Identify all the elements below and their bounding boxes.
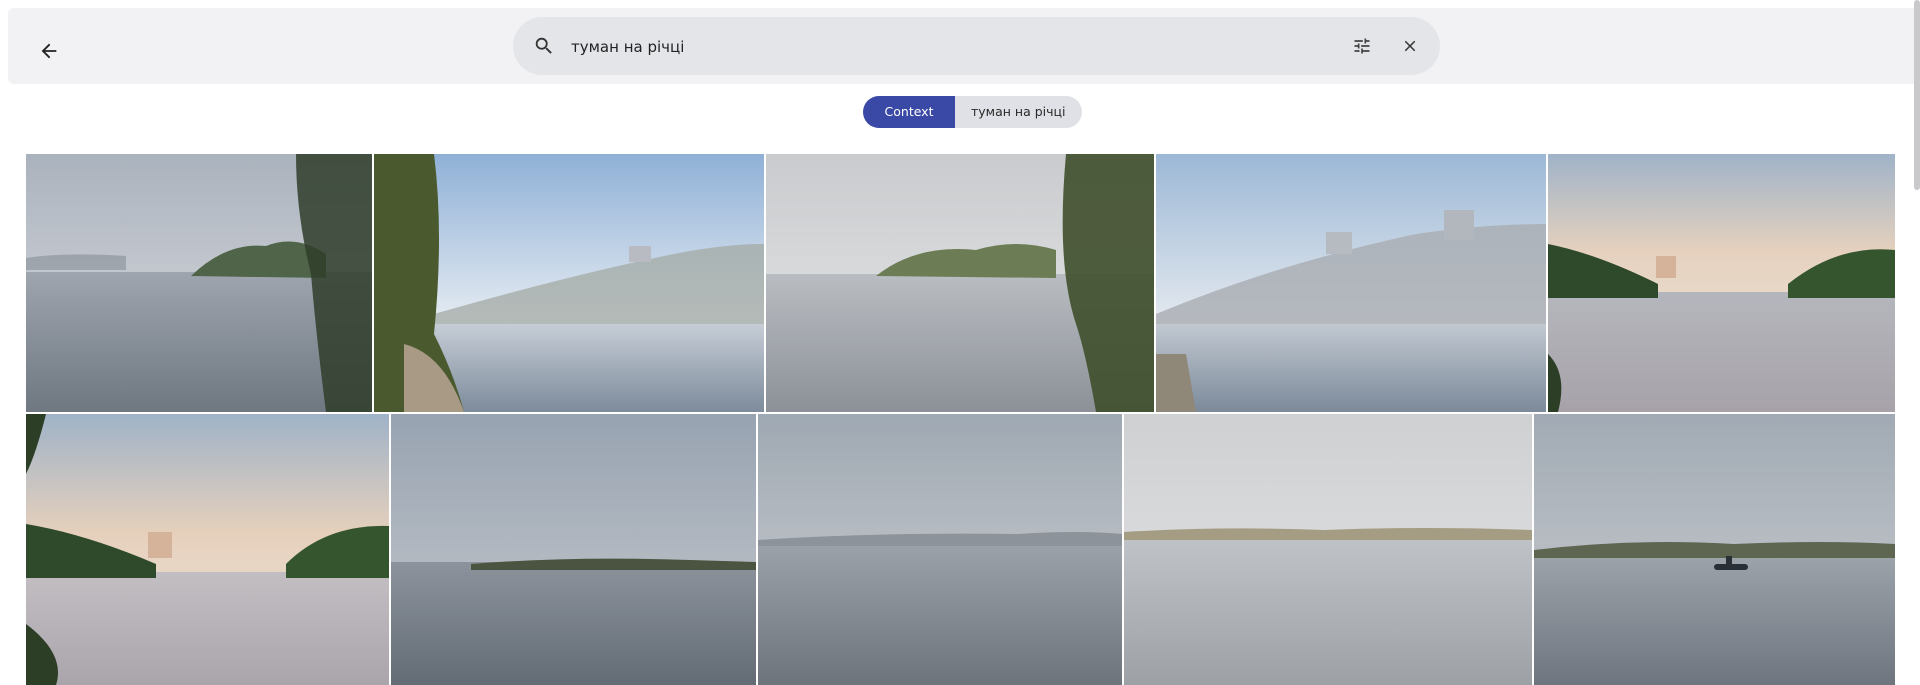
chip-query[interactable]: туман на річці bbox=[955, 96, 1082, 128]
photo-result[interactable] bbox=[1124, 414, 1532, 685]
photo-result[interactable] bbox=[766, 154, 1154, 412]
search-icon bbox=[535, 37, 552, 54]
photo-result[interactable] bbox=[26, 414, 389, 685]
photo-result[interactable] bbox=[1548, 154, 1895, 412]
chip-context[interactable]: Context bbox=[863, 96, 955, 128]
results-grid bbox=[26, 154, 1895, 685]
clear-search-button[interactable] bbox=[1393, 29, 1427, 63]
page-scrollbar[interactable] bbox=[1914, 0, 1920, 190]
photo-result[interactable] bbox=[374, 154, 764, 412]
photo-result[interactable] bbox=[1534, 414, 1895, 685]
search-bar bbox=[513, 17, 1440, 75]
tune-icon bbox=[1354, 38, 1370, 54]
photo-result[interactable] bbox=[26, 154, 372, 412]
photo-result[interactable] bbox=[1156, 154, 1546, 412]
search-filters-button[interactable] bbox=[1345, 29, 1379, 63]
search-input[interactable] bbox=[569, 29, 1333, 65]
filter-chips: Context туман на річці bbox=[863, 96, 1082, 128]
close-icon bbox=[1404, 40, 1416, 52]
top-bar bbox=[8, 8, 1918, 84]
photo-result[interactable] bbox=[391, 414, 756, 685]
photo-result[interactable] bbox=[758, 414, 1122, 685]
back-button[interactable] bbox=[30, 32, 68, 70]
arrow-back-icon bbox=[41, 43, 57, 59]
